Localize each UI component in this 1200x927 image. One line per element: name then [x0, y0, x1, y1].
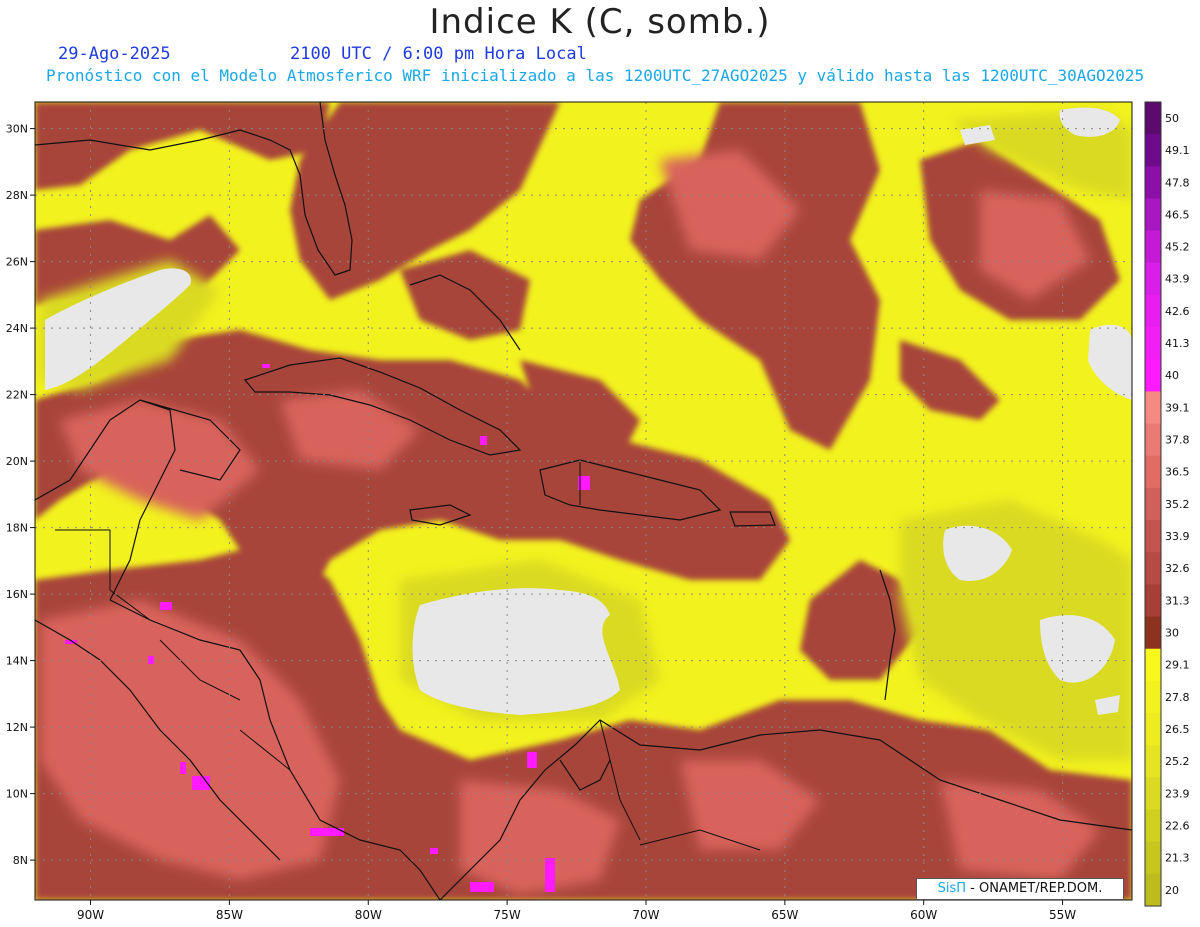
legend-swatch: [1145, 327, 1161, 360]
legend-label: 25.2: [1165, 755, 1190, 768]
lon-tick-label: 85W: [216, 908, 243, 922]
legend-label: 30: [1165, 626, 1179, 639]
legend-swatch: [1145, 198, 1161, 232]
legend-label: 26.5: [1165, 723, 1190, 736]
lat-tick-label: 20N: [6, 455, 28, 468]
lat-tick-label: 18N: [6, 522, 28, 535]
legend-swatch: [1145, 230, 1161, 264]
legend-label: 49.1: [1165, 144, 1190, 157]
sistema-logo-text: SisΠ: [937, 881, 967, 896]
legend-label: 45.2: [1165, 241, 1190, 254]
legend-label: 37.8: [1165, 434, 1190, 447]
legend-swatch: [1145, 487, 1161, 521]
legend-swatch: [1145, 520, 1161, 553]
lat-tick-label: 12N: [6, 721, 28, 734]
legend-label: 39.1: [1165, 401, 1190, 414]
lat-tick-label: 22N: [6, 389, 28, 402]
legend-swatch: [1145, 745, 1161, 778]
legend-swatch: [1145, 713, 1161, 746]
legend-label: 36.5: [1165, 466, 1190, 479]
lon-tick-label: 80W: [355, 908, 382, 922]
legend-label: 31.3: [1165, 594, 1190, 607]
lat-tick-label: 8N: [13, 854, 28, 867]
legend-swatch: [1145, 391, 1161, 425]
lat-tick-label: 16N: [6, 588, 28, 601]
lon-tick-label: 90W: [77, 908, 104, 922]
legend-swatch: [1145, 102, 1161, 135]
legend-label: 42.6: [1165, 305, 1190, 318]
legend-swatch: [1145, 648, 1161, 682]
legend-label: 47.8: [1165, 176, 1190, 189]
legend-label: 46.5: [1165, 208, 1190, 221]
legend-swatch: [1145, 552, 1161, 585]
legend-label: 43.9: [1165, 273, 1190, 286]
longitude-axis: 90W 85W 80W 75W 70W 65W 60W 55W: [77, 900, 1076, 922]
legend-swatch: [1145, 680, 1161, 714]
lon-tick-label: 60W: [910, 908, 937, 922]
lon-tick-label: 70W: [632, 908, 659, 922]
legend-swatch: [1145, 841, 1161, 875]
k-index-map: 30N 28N 26N 24N 22N 20N 18N 16N 14N 12N 10N 8N 90W 8…: [6, 101, 1190, 922]
legend-swatch: [1145, 423, 1161, 457]
legend-swatch: [1145, 262, 1161, 296]
legend-label: 40: [1165, 369, 1179, 382]
legend-swatch: [1145, 584, 1161, 618]
lon-tick-label: 65W: [771, 908, 798, 922]
legend-swatch: [1145, 777, 1161, 811]
lat-tick-label: 30N: [6, 123, 28, 136]
legend-label: 29.1: [1165, 659, 1190, 672]
legend-label: 33.9: [1165, 530, 1190, 543]
credit-box: SisΠ - ONAMET/REP.DOM.: [916, 878, 1124, 900]
lat-tick-label: 28N: [6, 189, 28, 202]
legend-label: 23.9: [1165, 787, 1190, 800]
legend-label: 32.6: [1165, 562, 1190, 575]
legend-swatch: [1145, 134, 1161, 167]
lat-tick-label: 24N: [6, 322, 28, 335]
legend-swatch: [1145, 616, 1161, 650]
legend-label: 20: [1165, 884, 1179, 897]
k-index-field: [35, 102, 1132, 900]
legend-swatch: [1145, 873, 1161, 907]
legend-swatch: [1145, 809, 1161, 843]
lon-tick-label: 55W: [1049, 908, 1076, 922]
legend-label: 27.8: [1165, 691, 1190, 704]
agency-text: - ONAMET/REP.DOM.: [970, 881, 1103, 896]
lon-tick-label: 75W: [494, 908, 521, 922]
legend-label: 41.3: [1165, 337, 1190, 350]
lat-tick-label: 26N: [6, 256, 28, 269]
legend-label: 35.2: [1165, 498, 1190, 511]
legend-swatch: [1145, 294, 1161, 328]
lat-tick-label: 10N: [6, 788, 28, 801]
legend-label: 22.6: [1165, 819, 1190, 832]
color-legend: 50 49.1 47.8 46.5 45.2 43.9 42.6 41.3 40 39.1 37.8…: [1144, 101, 1190, 907]
lat-tick-label: 14N: [6, 655, 28, 668]
legend-label: 21.3: [1165, 852, 1190, 865]
latitude-axis: 30N 28N 26N 24N 22N 20N 18N 16N 14N 12N 10N 8N: [6, 123, 35, 867]
legend-swatch: [1145, 166, 1161, 199]
legend-swatch: [1145, 359, 1161, 392]
legend-label: 50: [1165, 112, 1179, 125]
legend-swatch: [1145, 455, 1161, 489]
